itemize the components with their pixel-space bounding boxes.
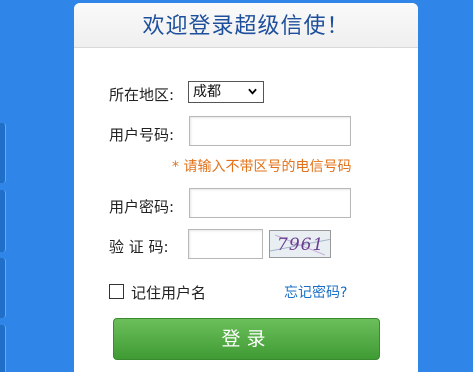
- chevron-down-icon: [248, 88, 257, 95]
- side-tab: [0, 325, 6, 372]
- region-select[interactable]: 成都: [188, 81, 264, 103]
- captcha-label: 验 证 码:: [109, 238, 169, 256]
- side-tab: [0, 190, 6, 252]
- forgot-password-link[interactable]: 忘记密码?: [284, 282, 347, 302]
- captcha-input[interactable]: [188, 229, 263, 259]
- remember-username-checkbox[interactable]: [109, 284, 124, 299]
- panel-header: 欢迎登录超级信使！: [74, 3, 418, 48]
- user-number-label: 用户号码:: [109, 126, 175, 144]
- side-tab: [0, 258, 6, 318]
- region-selected-value: 成都: [193, 84, 221, 100]
- user-number-input[interactable]: [189, 116, 351, 146]
- region-label: 所在地区:: [109, 86, 175, 104]
- side-tab: [0, 123, 6, 183]
- page-title: 欢迎登录超级信使！: [142, 14, 350, 39]
- phone-hint: * 请输入不带区号的电信号码: [172, 159, 352, 175]
- login-button[interactable]: 登录: [113, 318, 380, 360]
- password-input[interactable]: [189, 188, 351, 218]
- remember-username-label[interactable]: 记住用户名: [131, 282, 206, 303]
- password-label: 用户密码:: [109, 198, 175, 216]
- captcha-text: 7961: [277, 235, 325, 255]
- captcha-image[interactable]: 7961: [269, 230, 331, 258]
- login-panel: 欢迎登录超级信使！ 所在地区: 成都 用户号码: * 请输入不带区号的电信号码 …: [74, 3, 418, 372]
